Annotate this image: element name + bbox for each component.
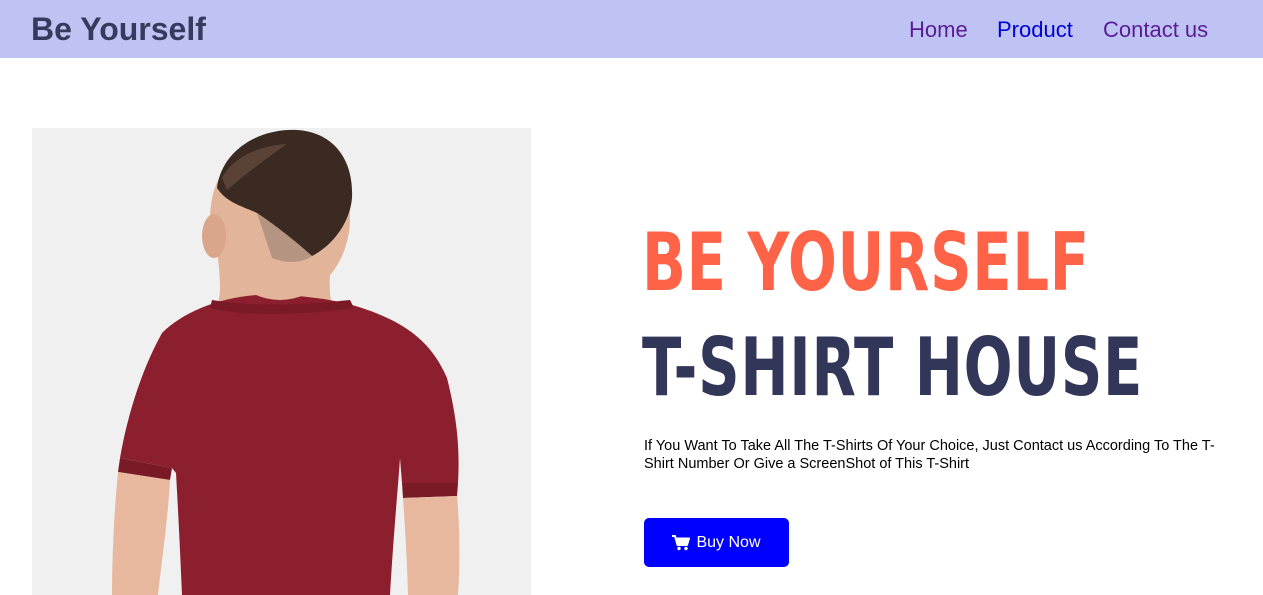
man-in-red-tshirt-illustration [32,128,531,595]
nav-link-product[interactable]: Product [997,17,1073,43]
buy-now-label: Buy Now [696,533,761,551]
hero-heading-be-yourself: BE YOURSELF [642,216,1090,309]
hero-image [32,128,531,595]
nav-link-contact-us[interactable]: Contact us [1103,17,1208,43]
nav-link-home[interactable]: Home [909,17,968,43]
hero-description: If You Want To Take All The T-Shirts Of … [644,438,1215,472]
brand-logo[interactable]: Be Yourself [31,10,206,48]
hero-heading-tshirt-house: T-SHIRT HOUSE [642,321,1144,414]
buy-now-button[interactable]: Buy Now [644,518,789,567]
cart-icon [672,534,691,551]
navbar: Be Yourself Home Product Contact us [0,0,1263,58]
